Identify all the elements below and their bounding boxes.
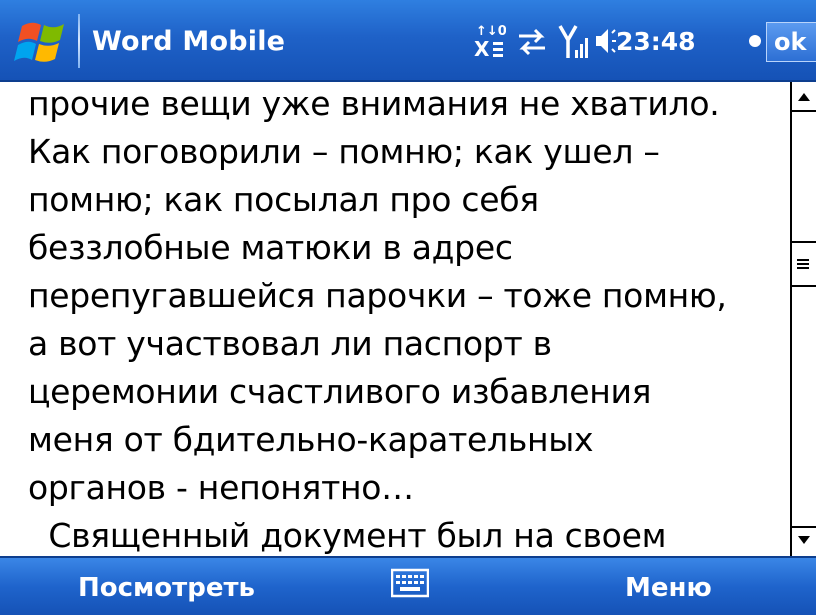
title-bar: Word Mobile ↑↓0 X 23:48 ok [0,0,816,82]
windows-start-button[interactable] [14,16,72,68]
sync-arrows-icon[interactable] [515,18,549,64]
signal-strength-icon[interactable] [558,18,590,64]
document-area[interactable]: прочие вещи уже внимания не хватило. Как… [0,82,790,556]
speaker-volume-icon[interactable] [594,18,616,64]
status-dot [749,35,761,47]
vertical-scrollbar[interactable] [790,82,816,556]
title-separator [78,14,80,68]
document-line: помню; как посылал про себя [28,180,539,219]
document-line: прочие вещи уже внимания не хватило. [28,84,720,123]
scroll-up-button[interactable] [792,82,816,112]
scroll-thumb[interactable] [792,241,816,287]
menu-softkey[interactable]: Меню [625,568,712,608]
app-title: Word Mobile [92,26,286,57]
svg-text:X: X [474,37,490,61]
keyboard-button[interactable] [390,568,430,600]
windows-start-icon [14,22,64,62]
scroll-down-button[interactable] [792,526,816,556]
document-line: Как поговорили – помню; как ушел – [28,132,660,171]
soft-key-bar: Посмотреть Меню [0,556,816,615]
document-line: перепугавшейся парочки – тоже помню, [28,276,727,315]
document-line: Священный документ был на своем [28,516,667,555]
document-line: органов - непонятно… [28,468,414,507]
document-line: церемонии счастливого избавления [28,372,652,411]
document-line: беззлобные матюки в адрес [28,228,513,267]
view-softkey[interactable]: Посмотреть [78,568,255,608]
grip-icon [797,259,809,269]
document-line: а вот участвовал ли паспорт в [28,324,552,363]
data-connection-icon[interactable]: ↑↓0 X [474,18,507,64]
document-line: меня от бдительно-карательных [28,420,594,459]
clock[interactable]: 23:48 [616,20,696,64]
arrow-up-icon [798,93,810,101]
arrow-down-icon [798,536,810,544]
keyboard-icon [390,568,430,598]
ok-button[interactable]: ok [766,22,816,62]
